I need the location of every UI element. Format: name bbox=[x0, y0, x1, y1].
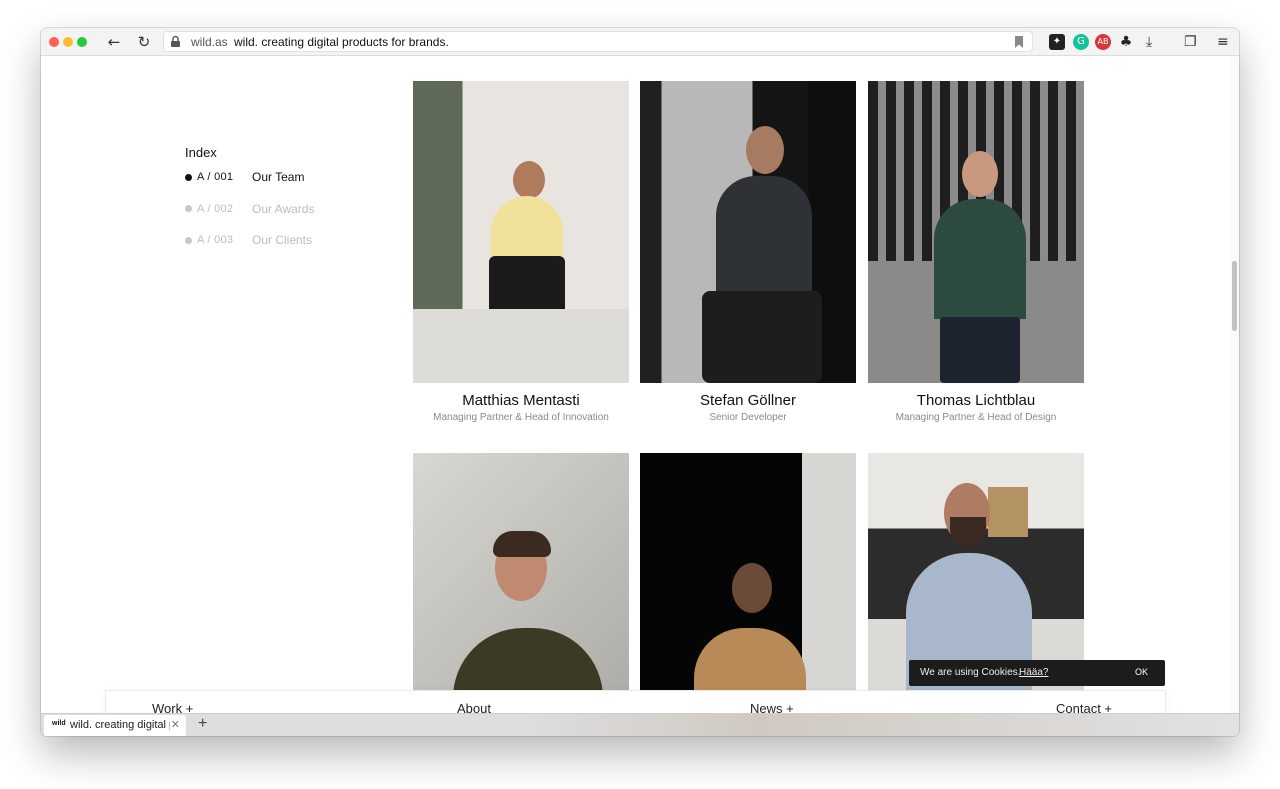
nav-work[interactable]: Work + bbox=[152, 701, 193, 713]
index-nav: Index A / 001 Our Team A / 002 Our Award… bbox=[185, 145, 314, 264]
cookie-banner: We are using Cookies. Hääa? OK bbox=[909, 660, 1165, 686]
nav-about[interactable]: About bbox=[457, 701, 491, 713]
index-label: Our Clients bbox=[252, 233, 313, 247]
library-icon[interactable]: ❐ bbox=[1184, 33, 1197, 51]
index-item-our-awards[interactable]: A / 002 Our Awards bbox=[185, 201, 314, 217]
team-member-role: Senior Developer bbox=[709, 412, 787, 423]
index-code: A / 003 bbox=[197, 234, 234, 246]
lock-icon bbox=[171, 35, 180, 47]
index-label: Our Team bbox=[252, 170, 305, 184]
tab-strip: wild wild. creating digital pr... ✕ + bbox=[41, 713, 1239, 736]
back-arrow-icon[interactable]: ← bbox=[105, 33, 123, 51]
team-member-card[interactable]: Matthias Mentasti Managing Partner & Hea… bbox=[413, 81, 629, 423]
browser-tab[interactable]: wild wild. creating digital pr... ✕ bbox=[44, 715, 186, 736]
team-member-card[interactable]: Thomas Lichtblau Managing Partner & Head… bbox=[868, 81, 1084, 423]
zoom-window-button[interactable] bbox=[77, 37, 87, 47]
close-window-button[interactable] bbox=[49, 37, 59, 47]
cookie-info-link[interactable]: Hääa? bbox=[1019, 667, 1048, 678]
adblock-icon[interactable]: AB bbox=[1095, 34, 1111, 50]
url-page-title: wild. creating digital products for bran… bbox=[234, 35, 449, 49]
bottom-navigation: Work + About News + Contact + bbox=[105, 690, 1166, 713]
tab-close-icon[interactable]: ✕ bbox=[171, 718, 180, 731]
index-item-our-team[interactable]: A / 001 Our Team bbox=[185, 169, 314, 185]
tree-icon[interactable]: ♣ bbox=[1118, 34, 1134, 50]
inactive-dot-icon bbox=[185, 205, 192, 212]
download-icon[interactable]: ⤓ bbox=[1146, 33, 1152, 51]
url-domain: wild.as bbox=[191, 35, 228, 49]
index-title: Index bbox=[185, 145, 217, 160]
team-member-photo bbox=[413, 453, 629, 713]
cookie-ok-button[interactable]: OK bbox=[1135, 667, 1148, 677]
minimize-window-button[interactable] bbox=[63, 37, 73, 47]
index-code: A / 002 bbox=[197, 202, 234, 215]
team-member-photo bbox=[640, 453, 856, 713]
team-member-card[interactable] bbox=[413, 453, 629, 713]
browser-window: ← ↻ wild.as wild. creating digital produ… bbox=[41, 28, 1239, 736]
reload-icon[interactable]: ↻ bbox=[135, 33, 153, 51]
cookie-text: We are using Cookies. bbox=[920, 667, 1021, 678]
vertical-scrollbar[interactable] bbox=[1230, 56, 1239, 713]
bookmark-icon[interactable] bbox=[1014, 36, 1024, 48]
team-member-role: Managing Partner & Head of Design bbox=[895, 412, 1057, 423]
team-member-photo bbox=[413, 81, 629, 383]
index-item-our-clients[interactable]: A / 003 Our Clients bbox=[185, 232, 314, 248]
browser-toolbar: ← ↻ wild.as wild. creating digital produ… bbox=[41, 28, 1239, 56]
team-member-card[interactable] bbox=[640, 453, 856, 713]
dark-extension-icon[interactable]: ✦ bbox=[1049, 34, 1065, 50]
team-member-name: Stefan Göllner bbox=[700, 392, 796, 409]
inactive-dot-icon bbox=[185, 236, 192, 244]
team-member-name: Matthias Mentasti bbox=[462, 392, 580, 409]
address-bar[interactable]: wild.as wild. creating digital products … bbox=[163, 31, 1033, 52]
tab-label: wild. creating digital pr... bbox=[70, 719, 170, 731]
team-member-photo bbox=[868, 81, 1084, 383]
nav-contact[interactable]: Contact + bbox=[1056, 701, 1112, 713]
team-member-name: Thomas Lichtblau bbox=[916, 392, 1036, 409]
team-member-card[interactable]: Stefan Göllner Senior Developer bbox=[640, 81, 856, 423]
index-label: Our Awards bbox=[252, 201, 315, 216]
team-member-role: Managing Partner & Head of Innovation bbox=[433, 412, 609, 423]
nav-news[interactable]: News + bbox=[750, 701, 794, 713]
active-dot-icon bbox=[185, 173, 192, 181]
index-code: A / 001 bbox=[197, 171, 234, 183]
grammarly-icon[interactable]: G bbox=[1073, 34, 1089, 50]
hamburger-menu-icon[interactable]: ≡ bbox=[1217, 33, 1229, 51]
wild-favicon-icon: wild bbox=[52, 720, 66, 727]
team-member-photo bbox=[640, 81, 856, 383]
new-tab-plus-icon[interactable]: + bbox=[198, 715, 207, 733]
page-content: Index A / 001 Our Team A / 002 Our Award… bbox=[41, 56, 1230, 713]
scrollbar-thumb[interactable] bbox=[1232, 261, 1237, 331]
